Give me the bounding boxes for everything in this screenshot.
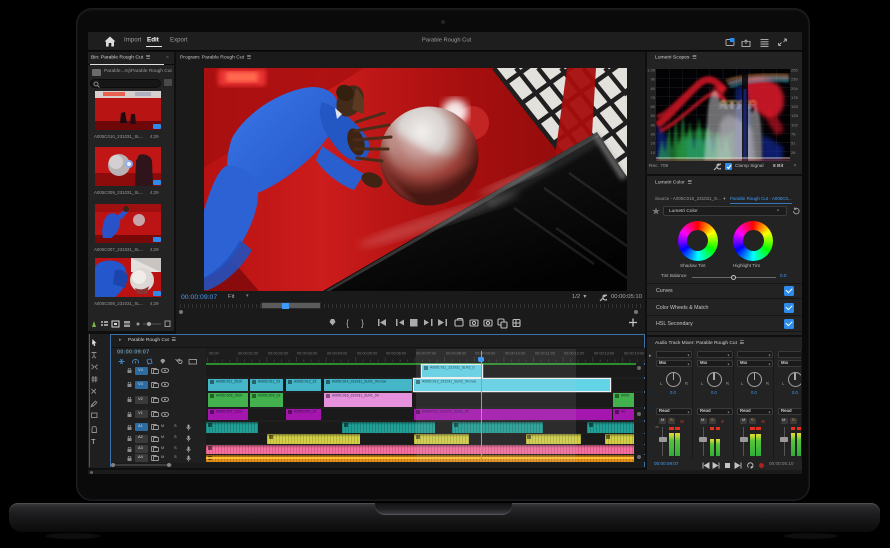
svg-text:}: } bbox=[361, 318, 364, 328]
svg-text:{: { bbox=[346, 318, 349, 328]
